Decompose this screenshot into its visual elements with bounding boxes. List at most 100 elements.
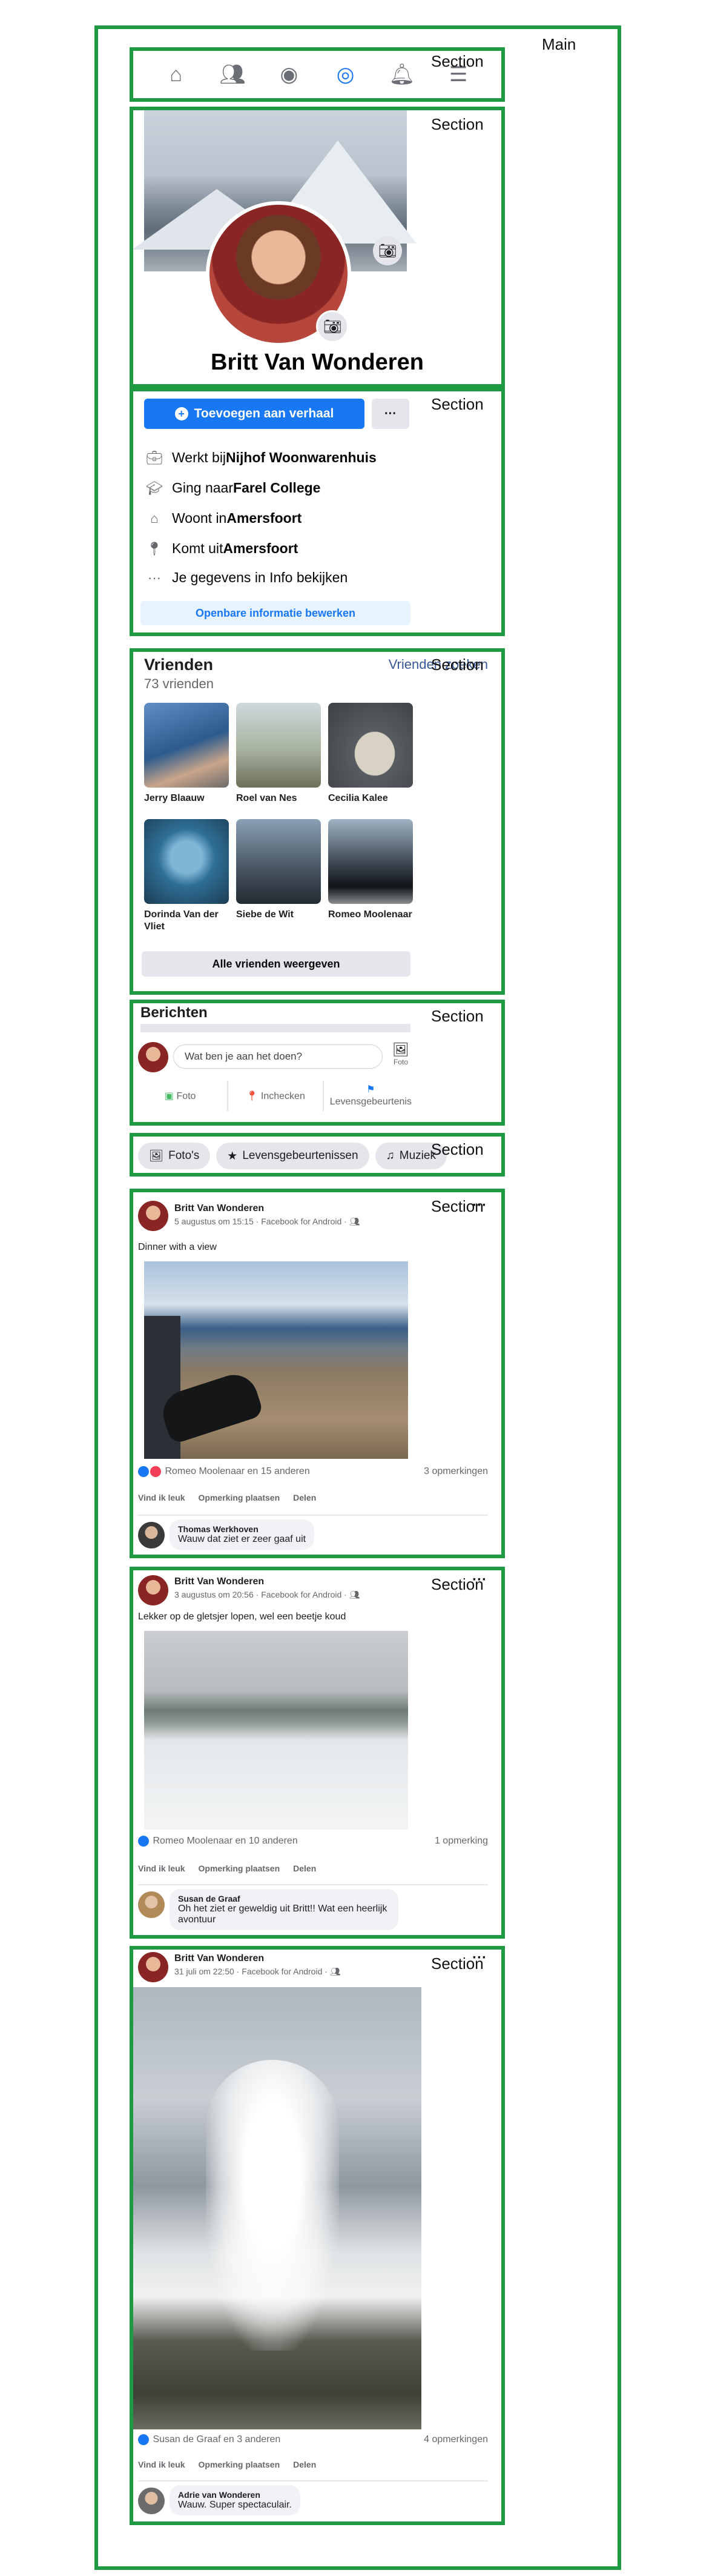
post-section: Britt Van Wonderen 31 juli om 22:50 · Fa… (130, 1946, 505, 2525)
divider (138, 1884, 488, 1885)
post-photo[interactable] (133, 1987, 421, 2429)
flag-icon: ⚑ (366, 1084, 375, 1095)
school-prefix: Ging naar (172, 480, 234, 496)
status-input[interactable]: Wat ben je aan het doen? (173, 1044, 383, 1069)
like-button[interactable]: Vind ik leuk (138, 2460, 185, 2469)
divider (138, 1515, 488, 1516)
photo-icon: ▣ (164, 1091, 174, 1101)
post-meta-text: 3 augustus om 20:56 · Facebook for Andro… (174, 1590, 349, 1599)
reaction-summary[interactable]: Romeo Moolenaar en 15 anderen 3 opmerkin… (138, 1466, 488, 1477)
divider (140, 1024, 410, 1032)
friend-card[interactable]: Dorinda Van der Vliet (144, 819, 229, 933)
friend-card[interactable]: Siebe de Wit (236, 819, 321, 921)
comment-author[interactable]: Adrie van Wonderen (178, 2490, 292, 2500)
comment-avatar[interactable] (138, 1891, 165, 1918)
all-friends-button[interactable]: Alle vrienden weergeven (142, 951, 410, 977)
friends-count: 73 vrienden (144, 676, 214, 691)
share-button[interactable]: Delen (293, 1864, 316, 1873)
like-button[interactable]: Vind ik leuk (138, 1864, 185, 1873)
post-section: Britt Van Wonderen 5 augustus om 15:15 ·… (130, 1189, 505, 1558)
friend-name: Roel van Nes (236, 793, 297, 803)
cover-camera-icon[interactable]: 📷︎ (373, 236, 402, 265)
ellipsis-icon: ··· (148, 569, 161, 585)
avatar[interactable] (138, 1575, 168, 1605)
lives-prefix: Woont in (172, 510, 227, 526)
photo-button[interactable]: ▣ Foto (133, 1090, 227, 1102)
comments-count[interactable]: 4 opmerkingen (424, 2434, 488, 2445)
reaction-names: Romeo Moolenaar en 15 anderen (165, 1466, 310, 1477)
section-annotation: Section (431, 1954, 484, 1973)
comment-author[interactable]: Thomas Werkhoven (178, 1524, 306, 1534)
comments-count[interactable]: 3 opmerkingen (424, 1466, 488, 1477)
filter-pills: 🖼︎ Foto's ★ Levensgebeurtenissen ♫ Muziek (138, 1143, 453, 1169)
friend-name: Jerry Blaauw (144, 793, 205, 803)
home-icon[interactable]: ⌂ (158, 56, 194, 93)
post-actions: Vind ik leuk Opmerking plaatsen Delen (138, 1493, 316, 1502)
add-story-button[interactable]: + Toevoegen aan verhaal (144, 399, 364, 429)
add-story-label: Toevoegen aan verhaal (194, 407, 334, 420)
post-text: Dinner with a view (138, 1242, 217, 1252)
friend-card[interactable]: Jerry Blaauw (144, 703, 229, 805)
avatar[interactable] (138, 1952, 168, 1982)
edit-public-info-button[interactable]: Openbare informatie bewerken (140, 601, 410, 625)
work-prefix: Werkt bij (172, 450, 226, 465)
groups-icon[interactable]: ◉ (271, 56, 307, 93)
from-value[interactable]: Amersfoort (223, 540, 298, 557)
comment-button[interactable]: Opmerking plaatsen (199, 1864, 280, 1873)
post-author[interactable]: Britt Van Wonderen (174, 1203, 264, 1214)
share-button[interactable]: Delen (293, 1493, 316, 1502)
post-author[interactable]: Britt Van Wonderen (174, 1953, 264, 1964)
section-annotation: Section (431, 1197, 484, 1215)
filter-life-events[interactable]: ★ Levensgebeurtenissen (216, 1143, 369, 1169)
more-button[interactable]: ··· (372, 399, 409, 429)
comment-button[interactable]: Opmerking plaatsen (199, 1493, 280, 1502)
lives-value[interactable]: Amersfoort (226, 510, 301, 526)
profile-icon[interactable]: ◎ (328, 56, 364, 93)
bell-icon[interactable]: 🔔︎ (384, 56, 420, 93)
friend-photo (236, 703, 321, 788)
comments-count[interactable]: 1 opmerking (435, 1836, 488, 1847)
comment-author[interactable]: Susan de Graaf (178, 1894, 390, 1904)
intro-section: + Toevoegen aan verhaal ··· 💼︎ Werkt bij… (130, 388, 505, 636)
friend-photo (328, 819, 413, 904)
about-label: Je gegevens in Info bekijken (172, 569, 348, 585)
filter-photos[interactable]: 🖼︎ Foto's (138, 1143, 211, 1169)
friends-icon[interactable]: 👥︎ (214, 56, 251, 93)
photo-shortcut[interactable]: 🖼︎ Foto (390, 1042, 412, 1066)
comment-avatar[interactable] (138, 2488, 165, 2514)
checkin-button[interactable]: 📍︎ Inchecken (228, 1090, 322, 1102)
section-annotation: Section (431, 115, 484, 133)
about-link[interactable]: ··· Je gegevens in Info bekijken (144, 569, 348, 586)
like-button[interactable]: Vind ik leuk (138, 1493, 185, 1502)
avatar-camera-icon[interactable]: 📷︎ (316, 310, 349, 343)
friend-card[interactable]: Romeo Moolenaar (328, 819, 413, 921)
avatar[interactable] (138, 1201, 168, 1231)
lives-info: ⌂ Woont in Amersfoort (144, 510, 301, 526)
love-icon (150, 1466, 161, 1477)
reaction-summary[interactable]: Susan de Graaf en 3 anderen 4 opmerkinge… (138, 2434, 488, 2445)
posts-title: Berichten (140, 1004, 208, 1021)
school-value[interactable]: Farel College (233, 480, 320, 496)
like-icon (138, 1836, 149, 1847)
friend-card[interactable]: Roel van Nes (236, 703, 321, 805)
work-info: 💼︎ Werkt bij Nijhof Woonwarenhuis (144, 450, 377, 466)
friend-photo (328, 703, 413, 788)
comment-button[interactable]: Opmerking plaatsen (199, 2460, 280, 2469)
friend-card[interactable]: Cecilia Kalee (328, 703, 413, 805)
main-annotation: Main (542, 35, 576, 53)
comment-avatar[interactable] (138, 1522, 165, 1549)
section-annotation: Section (431, 1007, 484, 1025)
post-photo[interactable] (144, 1631, 408, 1830)
reaction-summary[interactable]: Romeo Moolenaar en 10 anderen 1 opmerkin… (138, 1836, 488, 1847)
comment-text: Wauw dat ziet er zeer gaaf uit (178, 1534, 306, 1544)
image-icon: 🖼︎ (392, 1042, 409, 1057)
work-value[interactable]: Nijhof Woonwarenhuis (226, 450, 377, 466)
friends-title: Vrienden (144, 656, 214, 674)
post-author[interactable]: Britt Van Wonderen (174, 1576, 264, 1587)
post-meta: 5 augustus om 15:15 · Facebook for Andro… (174, 1217, 360, 1227)
divider (138, 2480, 488, 2481)
post-photo[interactable] (144, 1261, 408, 1459)
life-event-button[interactable]: ⚑ Levensgebeurtenis (324, 1084, 418, 1108)
share-button[interactable]: Delen (293, 2460, 316, 2469)
home-icon: ⌂ (150, 510, 159, 526)
